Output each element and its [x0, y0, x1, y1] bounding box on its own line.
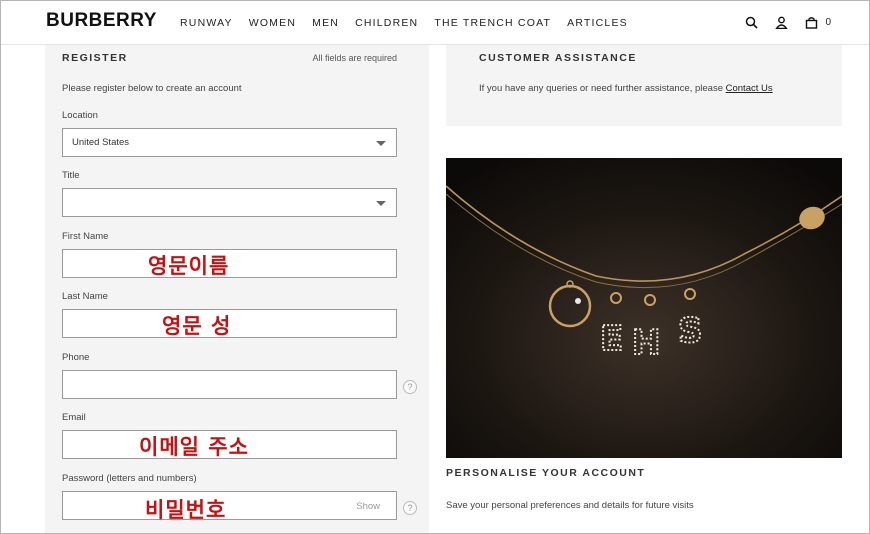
- help-icon[interactable]: ?: [403, 501, 417, 515]
- password-label: Password (letters and numbers): [62, 473, 197, 484]
- title-select[interactable]: [62, 188, 397, 217]
- assistance-body: If you have any queries or need further …: [479, 83, 726, 94]
- required-note: All fields are required: [312, 53, 397, 63]
- location-value: United States: [72, 137, 130, 148]
- main-nav: RUNWAY WOMEN MEN CHILDREN THE TRENCH COA…: [180, 17, 644, 29]
- nav-item-articles[interactable]: ARTICLES: [567, 17, 628, 29]
- first-name-annotation: 영문이름: [148, 254, 230, 278]
- phone-label: Phone: [62, 352, 90, 363]
- email-annotation: 이메일 주소: [139, 435, 249, 459]
- last-name-annotation: 영문 성: [162, 314, 232, 338]
- chevron-down-icon: [376, 201, 386, 206]
- password-input[interactable]: Show: [62, 491, 397, 520]
- first-name-input[interactable]: [62, 249, 397, 278]
- customer-assistance-panel: CUSTOMER ASSISTANCE If you have any quer…: [446, 45, 842, 126]
- bag-icon[interactable]: [803, 14, 819, 30]
- password-annotation: 비밀번호: [145, 498, 227, 522]
- location-select[interactable]: United States: [62, 128, 397, 157]
- chevron-down-icon: [376, 141, 386, 146]
- site-header: BURBERRY RUNWAY WOMEN MEN CHILDREN THE T…: [1, 1, 869, 45]
- help-icon[interactable]: ?: [403, 380, 417, 394]
- register-panel: REGISTER All fields are required Please …: [45, 45, 429, 534]
- nav-item-men[interactable]: MEN: [312, 17, 339, 29]
- necklace-illustration: E H S: [446, 158, 842, 458]
- show-password-button[interactable]: Show: [356, 501, 380, 512]
- location-label: Location: [62, 110, 98, 121]
- first-name-label: First Name: [62, 231, 109, 242]
- assistance-text: If you have any queries or need further …: [479, 83, 773, 94]
- charm-letter-e: E: [600, 319, 623, 359]
- personalise-text: Save your personal preferences and detai…: [446, 500, 694, 511]
- phone-input[interactable]: [62, 370, 397, 399]
- last-name-label: Last Name: [62, 291, 108, 302]
- nav-item-trench-coat[interactable]: THE TRENCH COAT: [434, 17, 551, 29]
- charm-letter-h: H: [632, 323, 660, 363]
- assistance-title: CUSTOMER ASSISTANCE: [479, 52, 637, 64]
- bag-count: 0: [825, 16, 831, 28]
- register-intro: Please register below to create an accou…: [62, 83, 242, 94]
- charm-letter-s: S: [678, 311, 703, 351]
- nav-item-runway[interactable]: RUNWAY: [180, 17, 233, 29]
- nav-item-children[interactable]: CHILDREN: [355, 17, 418, 29]
- header-actions: 0: [729, 14, 831, 30]
- account-icon[interactable]: [773, 14, 789, 30]
- brand-logo[interactable]: BURBERRY: [46, 10, 157, 32]
- necklace-image: E H S: [446, 158, 842, 458]
- search-icon[interactable]: [743, 14, 759, 30]
- email-label: Email: [62, 412, 86, 423]
- title-label: Title: [62, 170, 80, 181]
- personalise-title: PERSONALISE YOUR ACCOUNT: [446, 467, 646, 479]
- register-title: REGISTER: [62, 52, 128, 64]
- nav-item-women[interactable]: WOMEN: [249, 17, 296, 29]
- contact-us-link[interactable]: Contact Us: [726, 83, 773, 94]
